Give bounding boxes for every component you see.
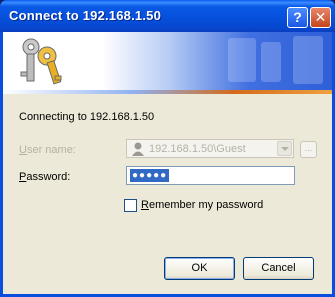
password-label: Password: — [19, 171, 70, 183]
password-label-text: assword: — [26, 171, 71, 183]
banner-divider — [3, 90, 332, 94]
remember-label-text: emember my password — [148, 199, 264, 211]
title-bar[interactable]: Connect to 192.168.1.50 ? ✕ — [0, 0, 335, 32]
connect-dialog: Connect to 192.168.1.50 ? ✕ Connecting t… — [0, 0, 335, 297]
close-icon: ✕ — [314, 9, 327, 25]
dialog-body: Connecting to 192.168.1.50 User name: 19… — [3, 32, 332, 294]
remember-password-label[interactable]: Remember my password — [141, 199, 263, 211]
close-button[interactable]: ✕ — [310, 7, 331, 28]
username-label: User name: — [19, 144, 76, 156]
username-label-accel: U — [19, 144, 27, 156]
username-value: 192.168.1.50\Guest — [149, 143, 246, 155]
help-icon: ? — [293, 9, 302, 25]
cancel-button[interactable]: Cancel — [243, 257, 314, 280]
keys-icon — [20, 36, 323, 85]
user-icon — [132, 142, 144, 156]
username-label-text: ser name: — [26, 144, 76, 156]
window-title: Connect to 192.168.1.50 — [9, 8, 161, 23]
help-button[interactable]: ? — [287, 7, 308, 28]
remember-label-accel: R — [141, 199, 149, 211]
password-field[interactable]: ●●●●● — [126, 166, 295, 185]
connecting-text: Connecting to 192.168.1.50 — [19, 111, 155, 123]
browse-button[interactable]: ... — [300, 141, 317, 158]
chevron-down-icon[interactable] — [277, 141, 292, 156]
ok-button[interactable]: OK — [164, 257, 235, 280]
username-combobox[interactable]: 192.168.1.50\Guest — [126, 139, 294, 158]
banner — [3, 32, 332, 90]
password-mask: ●●●●● — [130, 169, 170, 182]
remember-password-checkbox[interactable] — [124, 199, 137, 212]
